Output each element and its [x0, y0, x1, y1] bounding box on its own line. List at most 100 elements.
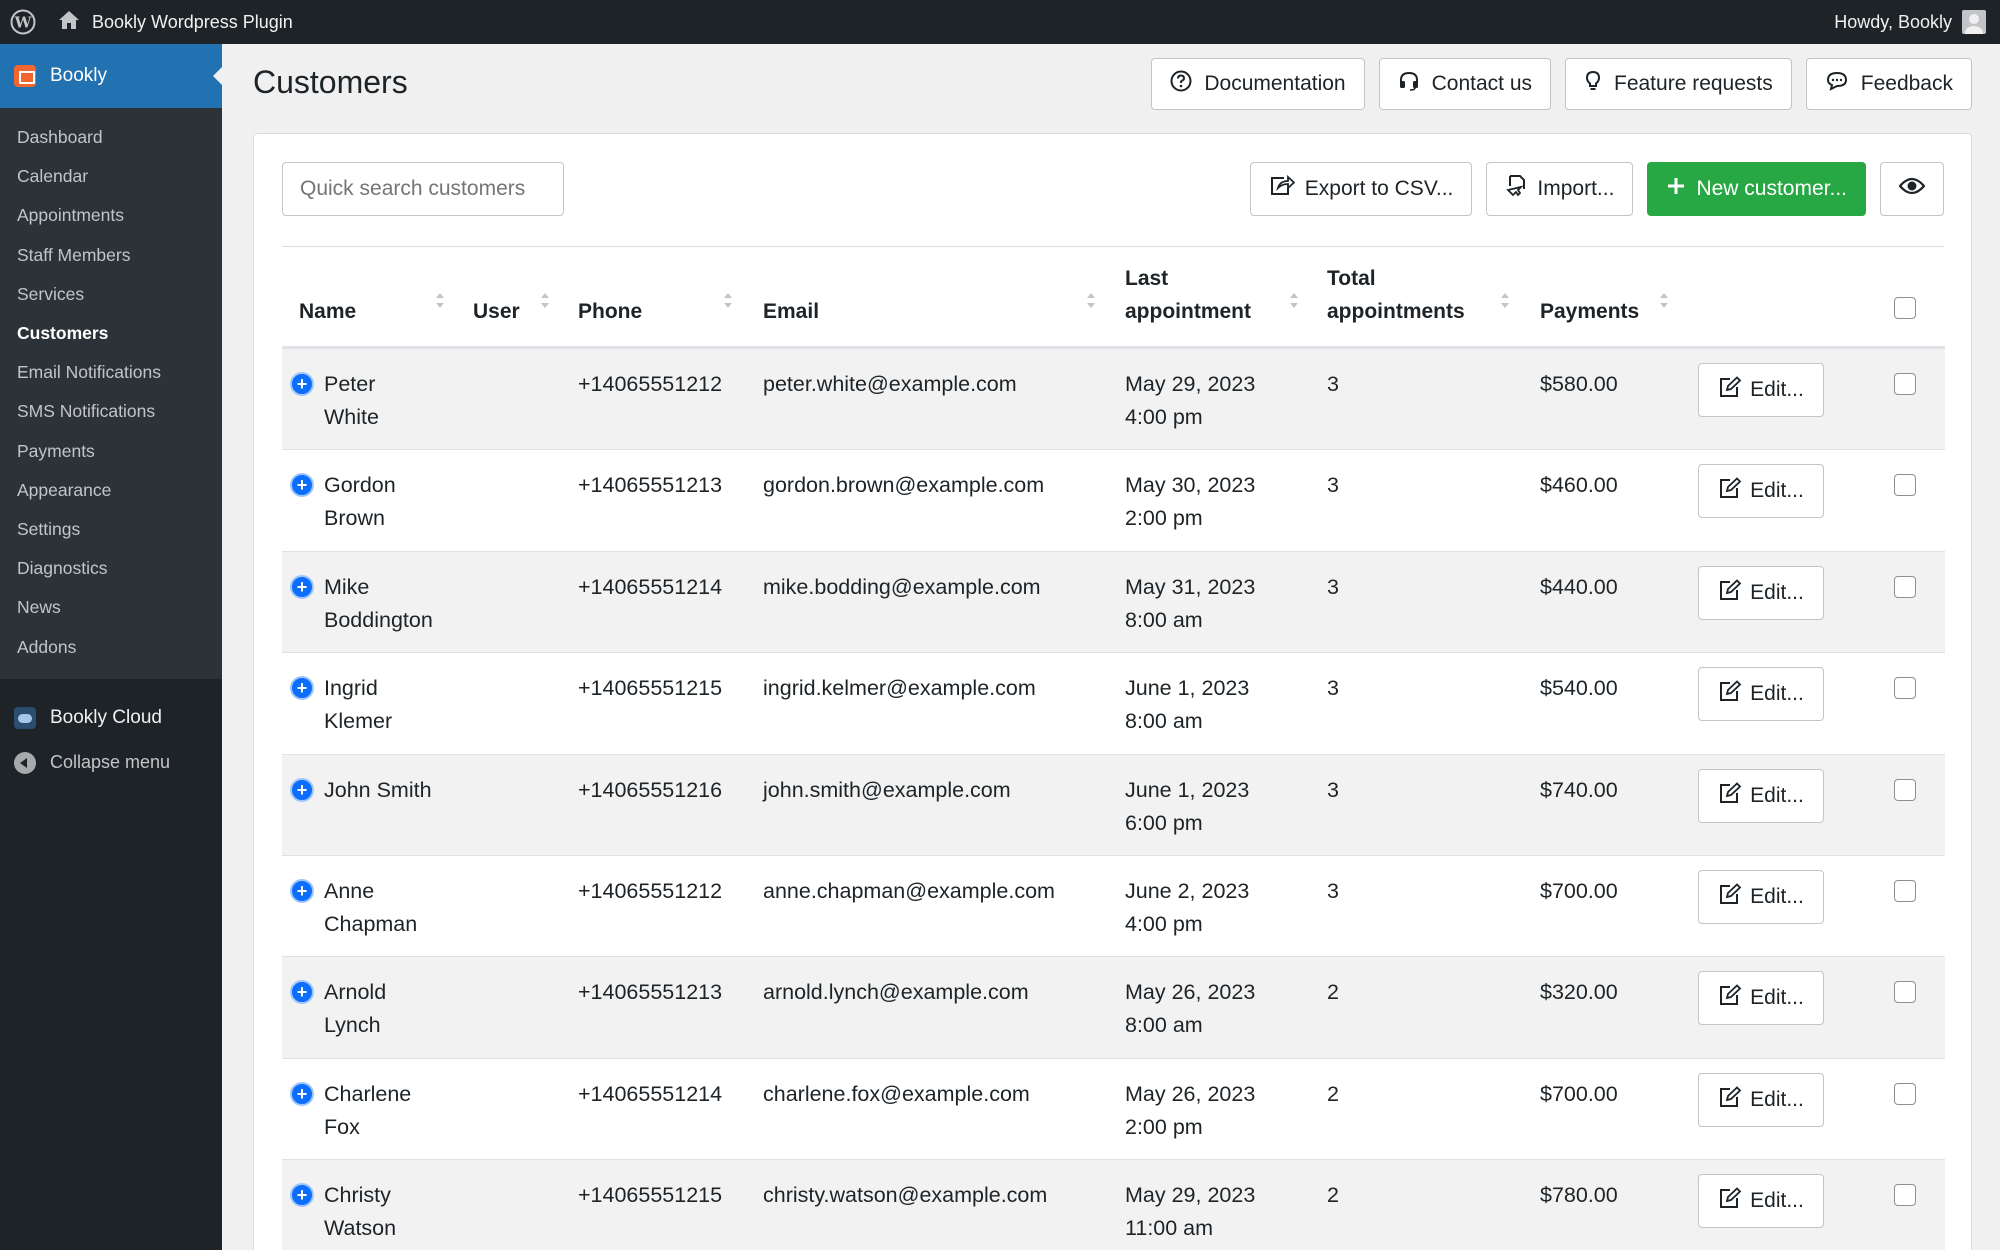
row-checkbox[interactable] — [1894, 474, 1916, 497]
edit-customer-button[interactable]: Edit... — [1698, 768, 1824, 823]
column-header-payments[interactable]: Payments — [1540, 295, 1639, 328]
sidebar-item-addons[interactable]: Addons — [0, 627, 222, 666]
row-checkbox[interactable] — [1894, 575, 1916, 598]
search-input[interactable] — [282, 162, 564, 216]
import-button[interactable]: Import... — [1486, 162, 1634, 216]
customer-name-cell: Christy Watson — [324, 1179, 396, 1245]
row-checkbox[interactable] — [1894, 981, 1916, 1004]
sidebar-item-settings[interactable]: Settings — [0, 510, 222, 549]
row-checkbox[interactable] — [1894, 373, 1916, 395]
sidebar-item-payments[interactable]: Payments — [0, 432, 222, 471]
header-line: appointments — [1327, 300, 1465, 323]
edit-customer-button[interactable]: Edit... — [1698, 464, 1824, 519]
email-cell: mike.bodding@example.com — [763, 574, 1041, 599]
expand-row-icon[interactable]: + — [290, 574, 314, 599]
phone-cell: +14065551214 — [578, 574, 723, 599]
sidebar-item-bookly-cloud[interactable]: Bookly Cloud — [0, 693, 222, 743]
edit-customer-button[interactable]: Edit... — [1698, 869, 1824, 924]
row-checkbox[interactable] — [1894, 1082, 1916, 1105]
expand-row-icon[interactable]: + — [290, 372, 314, 396]
edit-icon — [1718, 1085, 1750, 1114]
documentation-button[interactable]: Documentation — [1151, 58, 1365, 110]
column-visibility-button[interactable] — [1880, 162, 1944, 216]
row-checkbox[interactable] — [1894, 1184, 1916, 1207]
row-checkbox[interactable] — [1894, 879, 1916, 902]
customer-last-name: Brown — [324, 506, 385, 531]
last-appointment-cell: May 26, 2023 8:00 am — [1125, 976, 1255, 1042]
appointment-time: 8:00 am — [1125, 1013, 1203, 1038]
edit-customer-button[interactable]: Edit... — [1698, 971, 1824, 1026]
sort-icon[interactable] — [1087, 293, 1095, 309]
edit-customer-button[interactable]: Edit... — [1698, 1072, 1824, 1127]
wordpress-logo-icon[interactable]: W — [0, 0, 46, 44]
documentation-label: Documentation — [1204, 72, 1346, 95]
sidebar-item-appointments[interactable]: Appointments — [0, 196, 222, 235]
feedback-button[interactable]: Feedback — [1805, 58, 1972, 110]
account-menu[interactable]: Howdy, Bookly — [1834, 0, 1986, 44]
expand-row-icon[interactable]: + — [290, 473, 314, 498]
sidebar-item-news[interactable]: News — [0, 588, 222, 627]
sort-icon[interactable] — [541, 293, 549, 309]
expand-row-icon[interactable]: + — [290, 676, 314, 701]
column-header-phone[interactable]: Phone — [578, 295, 642, 328]
appointment-date: June 1, 2023 — [1125, 676, 1250, 701]
edit-label: Edit... — [1750, 1189, 1804, 1213]
customer-first-name: Charlene — [324, 1081, 412, 1106]
customer-first-name: Mike — [324, 574, 370, 599]
customer-first-name: Ingrid — [324, 676, 378, 701]
edit-icon — [1718, 376, 1750, 404]
collapse-menu-button[interactable]: Collapse menu — [0, 743, 222, 783]
customer-last-name: White — [324, 405, 379, 429]
edit-customer-button[interactable]: Edit... — [1698, 1174, 1824, 1229]
new-customer-button[interactable]: New customer... — [1647, 162, 1866, 216]
export-csv-button[interactable]: Export to CSV... — [1249, 162, 1473, 216]
site-name-link[interactable]: Bookly Wordpress Plugin — [58, 10, 293, 35]
sidebar-item-sms-notifications[interactable]: SMS Notifications — [0, 392, 222, 431]
sidebar-item-services[interactable]: Services — [0, 275, 222, 314]
sidebar-item-dashboard[interactable]: Dashboard — [0, 118, 222, 157]
header-line: Total — [1327, 267, 1376, 290]
expand-row-icon[interactable]: + — [290, 878, 314, 903]
feature-requests-button[interactable]: Feature requests — [1565, 58, 1792, 110]
sort-icon[interactable] — [724, 293, 732, 309]
edit-customer-button[interactable]: Edit... — [1698, 565, 1824, 620]
sort-icon[interactable] — [1660, 293, 1668, 309]
edit-customer-button[interactable]: Edit... — [1698, 363, 1824, 417]
edit-customer-button[interactable]: Edit... — [1698, 667, 1824, 722]
export-label: Export to CSV... — [1304, 177, 1454, 200]
expand-row-icon[interactable]: + — [290, 1183, 314, 1208]
appointment-time: 4:00 pm — [1125, 911, 1203, 936]
sidebar-item-bookly[interactable]: Bookly — [0, 44, 223, 108]
email-cell: arnold.lynch@example.com — [763, 980, 1029, 1005]
table-header: Name User Phone Email Last appointment T… — [282, 247, 1945, 349]
column-header-email[interactable]: Email — [763, 295, 819, 328]
row-checkbox[interactable] — [1894, 778, 1916, 801]
payments-cell: $440.00 — [1540, 574, 1618, 599]
sort-icon[interactable] — [1290, 293, 1298, 309]
sidebar-item-email-notifications[interactable]: Email Notifications — [0, 353, 222, 392]
sort-icon[interactable] — [436, 293, 444, 309]
last-appointment-cell: June 1, 2023 8:00 am — [1125, 672, 1249, 738]
column-header-total-appointments[interactable]: Total appointments — [1327, 262, 1465, 328]
sort-icon[interactable] — [1501, 293, 1509, 309]
column-header-user[interactable]: User — [473, 295, 520, 328]
expand-row-icon[interactable]: + — [290, 777, 314, 802]
contact-us-button[interactable]: Contact us — [1378, 58, 1551, 110]
sidebar-item-appearance[interactable]: Appearance — [0, 471, 222, 510]
sidebar-item-customers[interactable]: Customers — [0, 314, 222, 353]
column-header-name[interactable]: Name — [299, 295, 356, 328]
column-header-last-appointment[interactable]: Last appointment — [1125, 262, 1251, 328]
last-appointment-cell: June 1, 2023 6:00 pm — [1125, 774, 1249, 840]
row-checkbox[interactable] — [1894, 677, 1916, 700]
customer-first-name: John Smith — [324, 777, 432, 802]
expand-row-icon[interactable]: + — [290, 1081, 314, 1106]
appointment-date: May 26, 2023 — [1125, 1081, 1256, 1106]
sidebar-item-calendar[interactable]: Calendar — [0, 157, 222, 196]
expand-row-icon[interactable]: + — [290, 980, 314, 1005]
howdy-text: Howdy, Bookly — [1834, 11, 1952, 32]
edit-label: Edit... — [1750, 378, 1804, 401]
payments-cell: $780.00 — [1540, 1183, 1618, 1208]
select-all-checkbox[interactable] — [1894, 297, 1916, 319]
sidebar-item-diagnostics[interactable]: Diagnostics — [0, 549, 222, 588]
sidebar-item-staff-members[interactable]: Staff Members — [0, 236, 222, 275]
